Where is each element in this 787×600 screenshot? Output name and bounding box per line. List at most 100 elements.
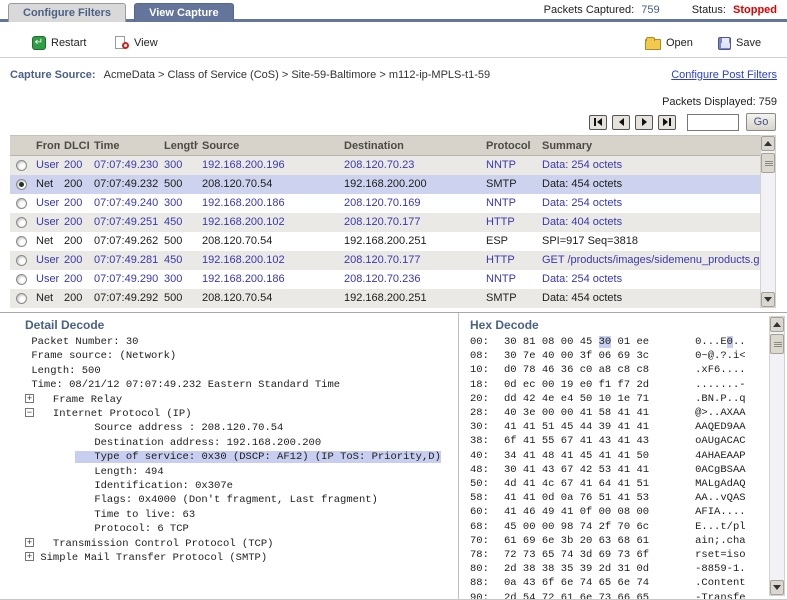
hex-scroll-down-icon[interactable] [770, 580, 784, 595]
hex-bytes: d0 78 46 36 c0 a8 c8 c8 [504, 364, 649, 376]
detail-line: Time: 08/21/12 07:07:49.232 Eastern Stan… [25, 378, 458, 392]
radio-cell [10, 270, 32, 289]
hex-ascii: -8859-1. [695, 563, 746, 575]
hex-offset: 80: [470, 562, 494, 576]
save-button[interactable]: Save [718, 34, 761, 52]
radio-cell [10, 251, 32, 270]
packet-radio[interactable] [16, 179, 27, 190]
hex-ascii: E...t/pl [695, 521, 746, 533]
next-page-button[interactable] [635, 115, 653, 130]
configure-post-filters-link[interactable]: Configure Post Filters [671, 69, 777, 81]
expand-icon[interactable]: + [25, 394, 34, 403]
view-button[interactable]: View [115, 34, 158, 52]
table-row[interactable]: Net20007:07:49.232500208.120.70.54192.16… [10, 175, 760, 194]
restart-label: Restart [51, 37, 86, 49]
hex-row: 28:40 3e 00 00 41 58 41 41@>..AXAA [470, 406, 787, 420]
hex-offset: 30: [470, 420, 494, 434]
table-scroll-up-icon[interactable] [761, 136, 775, 151]
detail-line: Identification: 0x307e [25, 479, 458, 493]
cell-protocol: ESP [482, 232, 538, 251]
cell-from: User [32, 156, 60, 175]
hex-ascii: MALgAdAQ [695, 478, 746, 490]
hex-bytes: dd 42 4e e4 50 10 1e 71 [504, 393, 649, 405]
cell-length: 500 [160, 289, 198, 308]
radio-cell [10, 213, 32, 232]
hex-offset: 18: [470, 378, 494, 392]
radio-cell [10, 175, 32, 194]
table-row[interactable]: User20007:07:49.281450192.168.200.102208… [10, 251, 760, 270]
header-length: Length [160, 136, 198, 155]
table-row[interactable]: Net20007:07:49.292500208.120.70.54192.16… [10, 289, 760, 308]
restart-button[interactable]: ↵ Restart [32, 34, 86, 52]
hex-bytes: 41 41 0d 0a 76 51 41 53 [504, 492, 649, 504]
cell-from: User [32, 270, 60, 289]
table-row[interactable]: User20007:07:49.230300192.168.200.196208… [10, 156, 760, 175]
collapse-icon[interactable]: − [25, 408, 34, 417]
hex-bytes: 2d 38 38 35 39 2d 31 0d [504, 563, 649, 575]
cell-time: 07:07:49.290 [90, 270, 160, 289]
packet-radio[interactable] [16, 217, 27, 228]
cell-protocol: SMTP [482, 175, 538, 194]
hex-ascii: .BN.P..q [695, 393, 746, 405]
packet-radio[interactable] [16, 236, 27, 247]
packets-displayed: Packets Displayed:759 [662, 96, 777, 108]
packet-radio[interactable] [16, 274, 27, 285]
hex-bytes: 45 00 00 98 74 2f 70 6c [504, 521, 649, 533]
cell-from: User [32, 194, 60, 213]
tab-view-capture[interactable]: View Capture [134, 3, 234, 22]
packet-radio[interactable] [16, 293, 27, 304]
detail-line: Packet Number: 30 [25, 335, 458, 349]
view-icon [115, 36, 129, 50]
open-button[interactable]: Open [645, 34, 693, 52]
detail-line: − Internet Protocol (IP) [25, 407, 458, 421]
open-label: Open [666, 37, 693, 49]
prev-page-button[interactable] [612, 115, 630, 130]
hex-scroll-up-icon[interactable] [770, 317, 784, 332]
table-scroll-down-icon[interactable] [761, 292, 775, 307]
cell-from: Net [32, 289, 60, 308]
hex-ascii: 4AHAEAAP [695, 450, 746, 462]
table-row[interactable]: User20007:07:49.240300192.168.200.186208… [10, 194, 760, 213]
open-folder-icon [645, 39, 661, 50]
last-page-button[interactable] [658, 115, 676, 130]
packet-radio[interactable] [16, 255, 27, 266]
page-number-input[interactable] [687, 114, 739, 131]
packet-radio[interactable] [16, 160, 27, 171]
cell-summary: Data: 454 octets [538, 289, 760, 308]
expand-icon[interactable]: + [25, 538, 34, 547]
detail-line: + Frame Relay [25, 393, 458, 407]
table-row[interactable]: User20007:07:49.251450192.168.200.102208… [10, 213, 760, 232]
hex-offset: 08: [470, 349, 494, 363]
hex-scrollbar[interactable] [769, 316, 785, 596]
hex-bytes: 0a 43 6f 6e 74 65 6e 74 [504, 577, 649, 589]
hex-scrollbar-thumb[interactable] [770, 334, 784, 354]
packet-table: From DLCI Time Length Source Destination… [10, 135, 776, 308]
cell-destination: 208.120.70.23 [340, 156, 482, 175]
tab-configure-filters[interactable]: Configure Filters [8, 3, 126, 22]
hex-row: 48:30 41 43 67 42 53 41 410ACgBSAA [470, 463, 787, 477]
cell-time: 07:07:49.240 [90, 194, 160, 213]
first-page-button[interactable] [589, 115, 607, 130]
hex-ascii: 0ACgBSAA [695, 464, 746, 476]
go-button[interactable]: Go [746, 113, 776, 131]
table-scrollbar[interactable] [760, 135, 776, 308]
hex-bytes: 72 73 65 74 3d 69 73 6f [504, 549, 649, 561]
hex-offset: 78: [470, 548, 494, 562]
hex-row: 90:2d 54 72 61 6e 73 66 65-Transfe [470, 591, 787, 599]
hex-offset: 60: [470, 505, 494, 519]
hex-offset: 20: [470, 392, 494, 406]
packet-radio[interactable] [16, 198, 27, 209]
header-dlci: DLCI [60, 136, 90, 155]
expand-icon[interactable]: + [25, 552, 34, 561]
hex-ascii: oAUgACAC [695, 435, 746, 447]
table-scrollbar-thumb[interactable] [761, 153, 775, 173]
cell-time: 07:07:49.232 [90, 175, 160, 194]
hex-bytes: 6f 41 55 67 41 43 41 43 [504, 435, 649, 447]
detail-line: Frame source: (Network) [25, 349, 458, 363]
table-row[interactable]: Net20007:07:49.262500208.120.70.54192.16… [10, 232, 760, 251]
hex-ascii: @>..AXAA [695, 407, 746, 419]
table-row[interactable]: User20007:07:49.290300192.168.200.186208… [10, 270, 760, 289]
hex-row: 68:45 00 00 98 74 2f 70 6cE...t/pl [470, 520, 787, 534]
hex-rows: 00:30 81 08 00 45 30 01 ee0...E0..08:30 … [470, 335, 787, 599]
cell-length: 300 [160, 194, 198, 213]
